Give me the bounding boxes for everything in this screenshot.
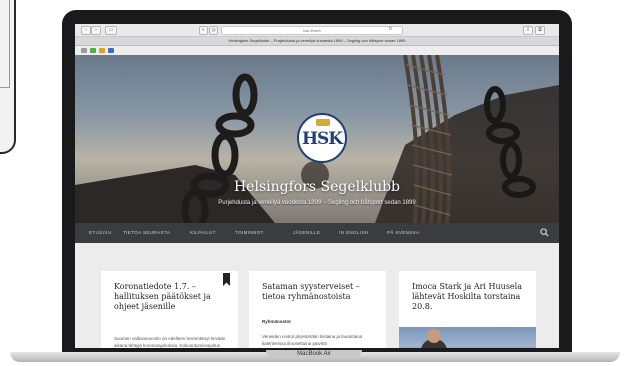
sailor-head <box>427 329 441 343</box>
laptop-label: MacBook Air <box>266 350 362 358</box>
adjacent-device-screen <box>0 0 10 88</box>
post-card[interactable]: Imoca Stark ja Ari Huusela lähtevät Hosk… <box>399 271 536 348</box>
bookmark-icon-1[interactable] <box>81 48 87 53</box>
nav-item-in-english[interactable]: IN ENGLISH <box>339 230 369 235</box>
adjacent-device-fragment <box>0 0 16 154</box>
tab-bar[interactable]: Helsingfors Segelklubb – Purjehdusta ja … <box>75 37 559 46</box>
post-title[interactable]: Sataman syysterveiset – tietoa ryhmänost… <box>262 282 374 302</box>
logo-text: HSK <box>301 129 343 149</box>
posts-area: Koronatiedote 1.7. – hallituksen päätöks… <box>75 243 559 348</box>
privacy-icon[interactable]: ◐ <box>199 26 208 35</box>
nav-item-etusivu[interactable]: ETUSIVU <box>89 230 111 235</box>
post-featured-image[interactable] <box>399 327 536 348</box>
hero-header: HSK Helsingfors Segelklubb Purjehdusta j… <box>75 55 559 223</box>
post-excerpt: Suomen valtioneuvosto on edelleen levenn… <box>114 336 226 348</box>
post-excerpt: Veneiden nostot järjestetään tiistaina j… <box>262 334 363 346</box>
post-card[interactable]: Koronatiedote 1.7. – hallituksen päätöks… <box>101 271 238 348</box>
bookmark-icon-2[interactable] <box>90 48 96 53</box>
browser-toolbar: ‹ › ▭ ◐ ◎ hsk.fi/web ↻ ⇪ ⧉ <box>75 24 559 37</box>
bookmark-icon-4[interactable] <box>108 48 114 53</box>
search-icon[interactable] <box>540 228 549 237</box>
browser-window: ‹ › ▭ ◐ ◎ hsk.fi/web ↻ ⇪ ⧉ Helsingfors S… <box>75 24 559 348</box>
address-bar[interactable]: hsk.fi/web <box>221 26 403 35</box>
share-icon[interactable]: ⇪ <box>523 26 533 35</box>
nav-item-tietoa-seurasta[interactable]: TIETOA SEURASTA <box>123 230 170 235</box>
site-logo[interactable]: HSK <box>297 113 347 163</box>
reload-icon[interactable]: ↻ <box>387 26 394 33</box>
site-title[interactable]: Helsingfors Segelklubb <box>75 179 559 195</box>
nav-item-pa-svenska[interactable]: PÅ SVENSKA <box>387 230 420 235</box>
nav-item-jasenille[interactable]: JÄSENILLE <box>293 230 320 235</box>
crown-icon <box>316 119 330 126</box>
tabs-icon[interactable]: ⧉ <box>535 26 545 35</box>
bookmark-icon-3[interactable] <box>99 48 105 53</box>
site-description: Purjehdusta ja veneilyä vuodesta 1899 – … <box>218 200 416 206</box>
nav-item-kilpailut[interactable]: KILPAILUT <box>190 230 216 235</box>
main-navigation: ETUSIVU TIETOA SEURASTA KILPAILUT TOIMIN… <box>75 223 559 243</box>
sidebar-button[interactable]: ▭ <box>105 26 117 35</box>
nav-item-toiminnot[interactable]: TOIMINNOT <box>235 230 264 235</box>
shield-icon[interactable]: ◎ <box>209 26 218 35</box>
back-button[interactable]: ‹ <box>81 26 91 35</box>
post-subheading: Ryhmänostot <box>262 319 291 324</box>
forward-button[interactable]: › <box>91 26 101 35</box>
post-title[interactable]: Koronatiedote 1.7. – hallituksen päätöks… <box>114 282 226 312</box>
post-title[interactable]: Imoca Stark ja Ari Huusela lähtevät Hosk… <box>412 282 524 312</box>
post-card[interactable]: Sataman syysterveiset – tietoa ryhmänost… <box>249 271 386 348</box>
